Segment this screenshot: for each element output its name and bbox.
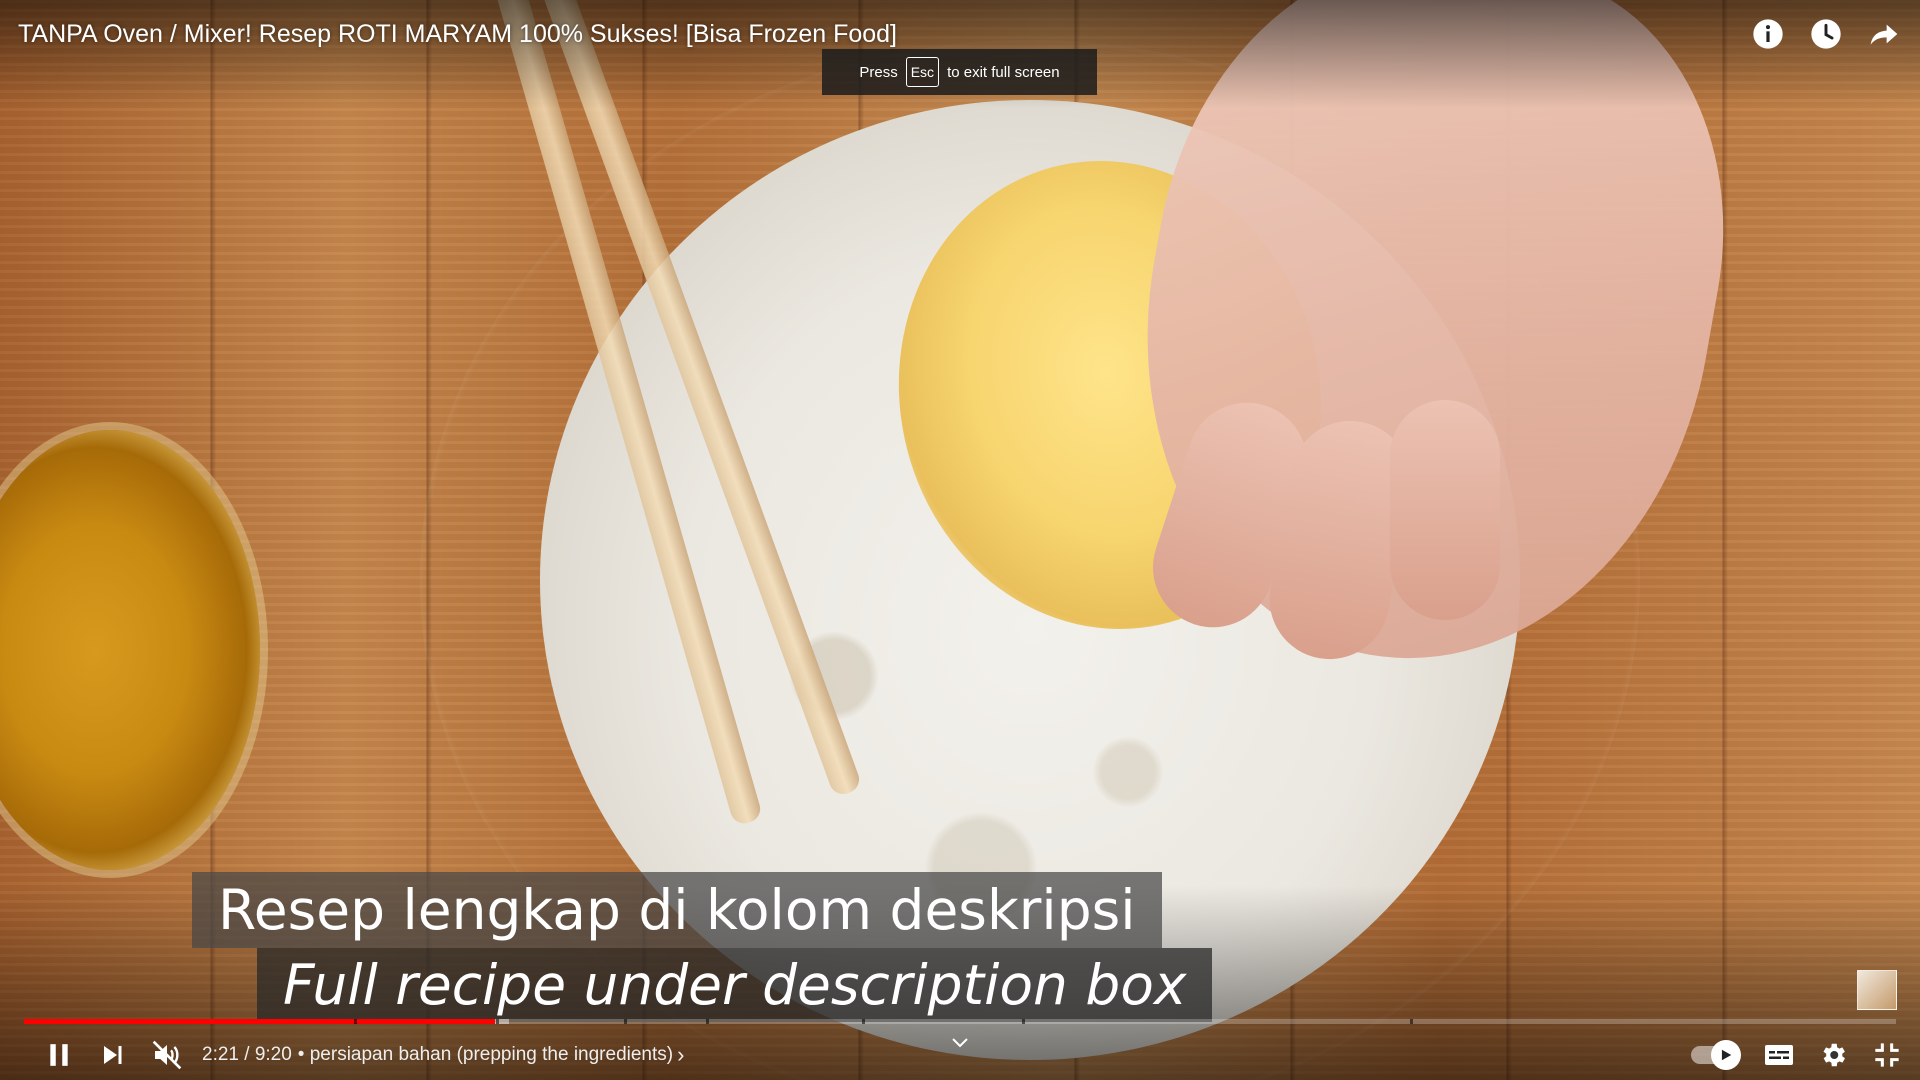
watch-later-icon: [1811, 19, 1841, 49]
right-controls: [1678, 1030, 1914, 1080]
settings-button[interactable]: [1806, 1030, 1860, 1080]
info-icon: [1753, 19, 1783, 49]
channel-watermark[interactable]: [1857, 970, 1897, 1010]
volume-muted-icon: [152, 1040, 182, 1070]
share-button[interactable]: [1866, 16, 1902, 52]
info-button[interactable]: [1750, 16, 1786, 52]
video-player[interactable]: TANPA Oven / Mixer! Resep ROTI MARYAM 10…: [0, 0, 1920, 1080]
captions-button[interactable]: [1752, 1030, 1806, 1080]
autoplay-track: [1691, 1040, 1741, 1070]
toast-suffix-text: to exit full screen: [947, 63, 1060, 81]
progress-bar[interactable]: [24, 1019, 1896, 1024]
chevron-down-icon: [952, 1038, 968, 1048]
video-title[interactable]: TANPA Oven / Mixer! Resep ROTI MARYAM 10…: [18, 20, 897, 49]
chapter-marker: [624, 1019, 627, 1024]
play-icon: [1721, 1049, 1732, 1061]
captions-icon: [1765, 1045, 1793, 1065]
chapter-arrow-icon[interactable]: ›: [677, 1042, 684, 1068]
chapter-marker: [1410, 1019, 1413, 1024]
next-button[interactable]: [86, 1030, 140, 1080]
esc-key-label: Esc: [905, 57, 940, 87]
chapter-title[interactable]: • persiapan bahan (prepping the ingredie…: [298, 1044, 673, 1066]
top-actions: [1750, 16, 1902, 52]
chapter-marker: [706, 1019, 709, 1024]
next-icon: [104, 1046, 122, 1064]
toast-press-text: Press: [859, 63, 898, 81]
exit-fullscreen-button[interactable]: [1860, 1030, 1914, 1080]
settings-icon: [1823, 1043, 1845, 1067]
chapter-marker: [354, 1019, 357, 1024]
autoplay-toggle-icon: [1711, 1040, 1741, 1070]
caption-line-1: Resep lengkap di kolom deskripsi: [192, 872, 1162, 948]
chapter-marker: [862, 1019, 865, 1024]
progress-played: [24, 1019, 496, 1024]
time-display: 2:21 / 9:20: [202, 1044, 292, 1065]
fullscreen-toast: Press Esc to exit full screen: [822, 49, 1097, 95]
exit-fullscreen-icon: [1875, 1043, 1899, 1067]
chevron-down-button[interactable]: [950, 1036, 970, 1055]
autoplay-toggle[interactable]: [1678, 1030, 1752, 1080]
caption-line-2: Full recipe under description box: [257, 948, 1213, 1022]
mute-button[interactable]: [140, 1030, 194, 1080]
watch-later-button[interactable]: [1808, 16, 1844, 52]
share-icon: [1870, 24, 1898, 45]
chapter-marker: [496, 1019, 499, 1024]
chapter-marker: [1022, 1019, 1025, 1024]
pause-icon: [50, 1044, 68, 1066]
pause-button[interactable]: [32, 1030, 86, 1080]
